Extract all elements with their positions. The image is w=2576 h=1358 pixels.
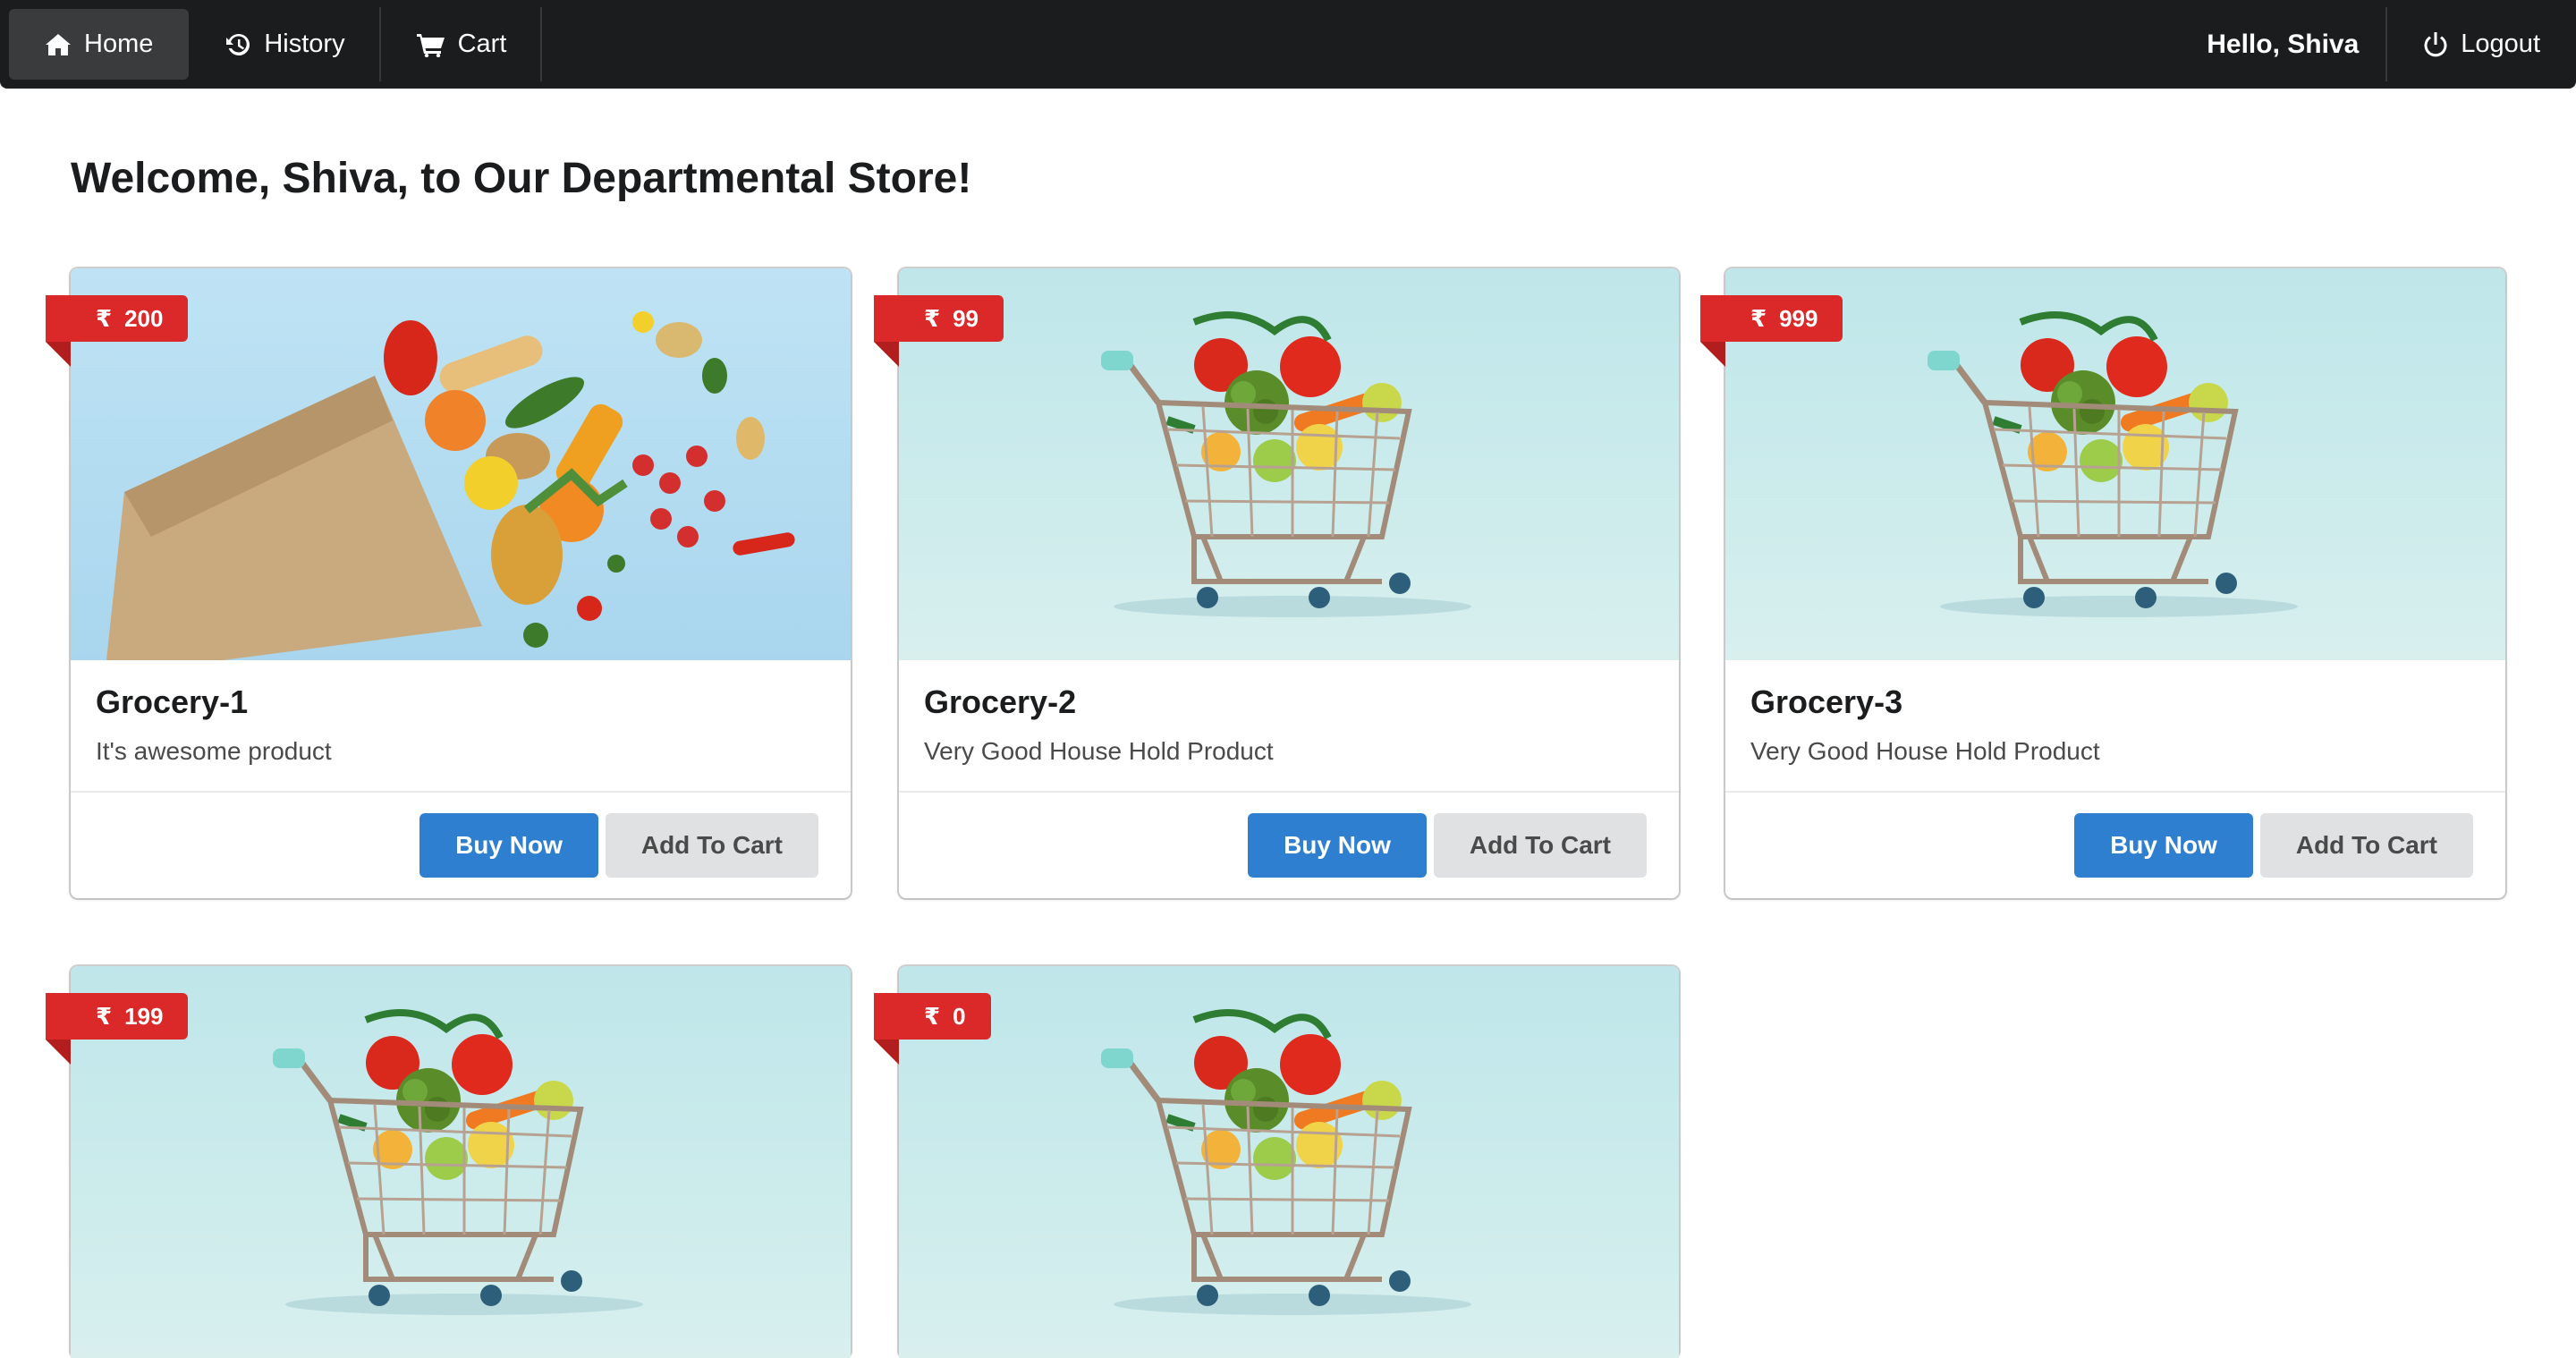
product-description: It's awesome product: [96, 737, 332, 765]
add-to-cart-button[interactable]: Add To Cart: [1433, 813, 1647, 878]
card-actions: Buy Now Add To Cart: [899, 793, 1679, 898]
rupee-icon: ₹: [1750, 304, 1767, 332]
card-content: Grocery-2 Very Good House Hold Product: [899, 660, 1679, 793]
user-greeting: Hello, Shiva: [2178, 0, 2388, 89]
buy-now-button[interactable]: Buy Now: [419, 813, 598, 878]
product-card: ₹ 199: [46, 966, 851, 1358]
rupee-icon: ₹: [924, 304, 941, 332]
price-ribbon: ₹ 0: [874, 993, 991, 1065]
product-card: ₹ 99 Grocery-2 Very Good House Hold Prod…: [874, 268, 1679, 898]
nav-history[interactable]: History: [189, 0, 381, 89]
power-icon: [2423, 31, 2448, 58]
card-content: Grocery-1 It's awesome product: [71, 660, 851, 793]
nav-logout-label: Logout: [2461, 30, 2540, 58]
history-icon: [225, 31, 251, 58]
product-image: [899, 966, 1679, 1358]
card-content: Grocery-3 Very Good House Hold Product: [1725, 660, 2505, 793]
top-navbar: Home History Cart Hello, Shiva Logout: [0, 0, 2576, 89]
price-value: 999: [1779, 304, 1818, 332]
nav-history-label: History: [264, 30, 345, 58]
rupee-icon: ₹: [96, 304, 113, 332]
product-card: ₹ 200 Grocery-1 It's awesome product Buy…: [46, 268, 851, 898]
buy-now-button[interactable]: Buy Now: [2074, 813, 2253, 878]
page-title: Welcome, Shiva, to Our Departmental Stor…: [71, 155, 972, 202]
product-description: Very Good House Hold Product: [924, 737, 1274, 765]
product-description: Very Good House Hold Product: [1750, 737, 2100, 765]
nav-home-label: Home: [84, 30, 154, 58]
price-ribbon: ₹ 99: [874, 295, 1004, 367]
product-name: Grocery-3: [1750, 683, 1903, 720]
add-to-cart-button[interactable]: Add To Cart: [2259, 813, 2473, 878]
buy-now-button[interactable]: Buy Now: [1248, 813, 1427, 878]
rupee-icon: ₹: [924, 1002, 941, 1030]
product-card: ₹ 999 Grocery-3 Very Good House Hold Pro…: [1700, 268, 2505, 898]
price-ribbon: ₹ 200: [46, 295, 189, 367]
price-value: 0: [953, 1002, 966, 1030]
home-icon: [45, 32, 72, 57]
nav-logout[interactable]: Logout: [2387, 0, 2576, 89]
product-card: ₹ 0: [874, 966, 1679, 1358]
product-name: Grocery-2: [924, 683, 1077, 720]
nav-cart[interactable]: Cart: [381, 0, 543, 89]
add-to-cart-button[interactable]: Add To Cart: [605, 813, 818, 878]
price-value: 99: [953, 304, 979, 332]
price-ribbon: ₹ 199: [46, 993, 189, 1065]
cart-icon: [416, 32, 445, 57]
rupee-icon: ₹: [96, 1002, 113, 1030]
card-actions: Buy Now Add To Cart: [1725, 793, 2505, 898]
nav-cart-label: Cart: [457, 30, 507, 58]
price-ribbon: ₹ 999: [1700, 295, 1843, 367]
price-value: 199: [124, 1002, 164, 1030]
card-actions: Buy Now Add To Cart: [71, 793, 851, 898]
product-name: Grocery-1: [96, 683, 249, 720]
product-image: [899, 268, 1679, 660]
price-value: 200: [124, 304, 164, 332]
nav-home[interactable]: Home: [9, 9, 190, 80]
